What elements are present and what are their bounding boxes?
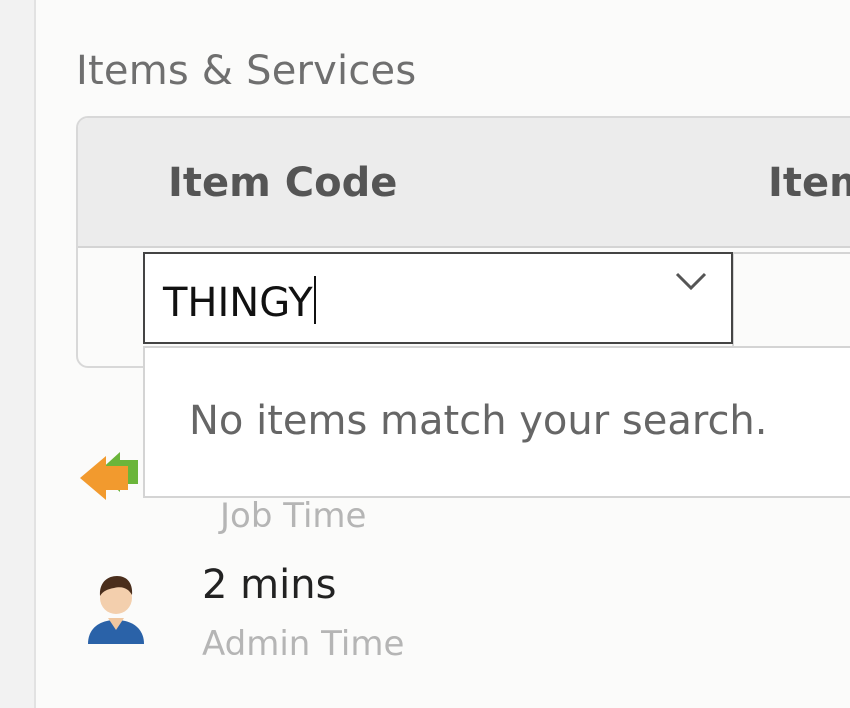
item-code-combobox[interactable]: THINGY bbox=[143, 252, 733, 344]
table-header: Item Code Item bbox=[78, 118, 850, 248]
user-avatar-icon bbox=[88, 576, 144, 644]
admin-time-label: Admin Time bbox=[202, 624, 405, 664]
swap-arrow-icon[interactable] bbox=[78, 452, 148, 504]
job-time-label: Job Time bbox=[220, 496, 367, 536]
no-results-message: No items match your search. bbox=[189, 398, 768, 444]
column-header-item: Item bbox=[768, 160, 850, 206]
item-code-dropdown: No items match your search. bbox=[143, 346, 850, 498]
column-header-item-code: Item Code bbox=[168, 160, 398, 206]
chevron-down-icon[interactable] bbox=[673, 264, 709, 300]
item-name-cell[interactable] bbox=[732, 252, 850, 350]
admin-time-value: 2 mins bbox=[202, 562, 337, 608]
section-title: Items & Services bbox=[76, 48, 417, 94]
left-sidebar-edge bbox=[0, 0, 36, 708]
item-code-input-value[interactable]: THINGY bbox=[163, 276, 316, 326]
text-cursor bbox=[313, 276, 316, 324]
